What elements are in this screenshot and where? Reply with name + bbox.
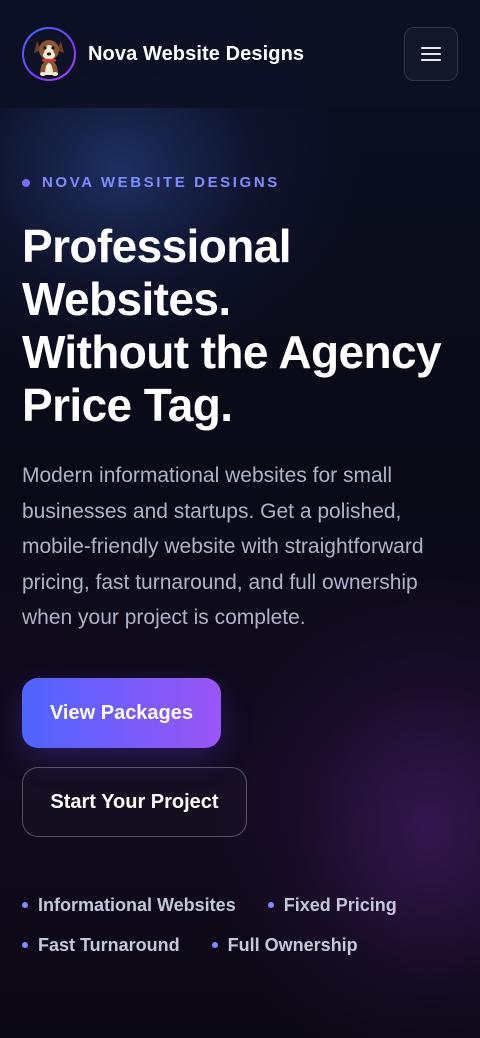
bullet-dot [267,902,274,908]
bullet-dot [22,942,28,948]
feature-label: Full Ownership [227,934,358,955]
hero-eyebrow: NOVA WEBSITE DESIGNS [22,174,280,191]
brand-logo[interactable] [22,27,76,81]
eyebrow-dot [22,178,30,187]
feature-item: Informational Websites [22,895,236,916]
bullet-dot [211,942,218,948]
menu-button[interactable] [404,27,458,81]
feature-item: Full Ownership [211,934,358,956]
headline-line: Price Tag. [22,379,233,431]
hero-headline: Professional Websites. Without the Agenc… [22,220,468,432]
feature-row: Fast Turnaround Full Ownership [22,932,462,958]
brand-name[interactable]: Nova Website Designs [88,43,304,66]
landing-page: Nova Website Designs NOVA WEBSITE DESIGN… [0,0,480,1038]
start-project-button[interactable]: Start Your Project [22,767,247,837]
site-header: Nova Website Designs [0,0,480,108]
feature-row: Informational Websites Fixed Pricing [22,892,462,918]
eyebrow-text: NOVA WEBSITE DESIGNS [42,174,280,191]
headline-line: Without the Agency [22,326,442,378]
feature-item: Fast Turnaround [22,935,180,956]
dog-mascot-icon [34,40,64,76]
feature-label: Fast Turnaround [38,934,180,955]
feature-item: Fixed Pricing [267,894,397,916]
hero-description: Modern informational websites for small … [22,464,424,629]
feature-label: Fixed Pricing [283,894,397,915]
headline-line: Professional [22,220,291,272]
feature-label: Informational Websites [38,894,236,915]
hamburger-menu-icon [421,47,441,61]
bullet-dot [22,902,28,908]
feature-list: Informational Websites Fixed Pricing Fas… [22,892,462,972]
headline-line: Websites. [22,273,231,325]
view-packages-button[interactable]: View Packages [22,678,221,748]
